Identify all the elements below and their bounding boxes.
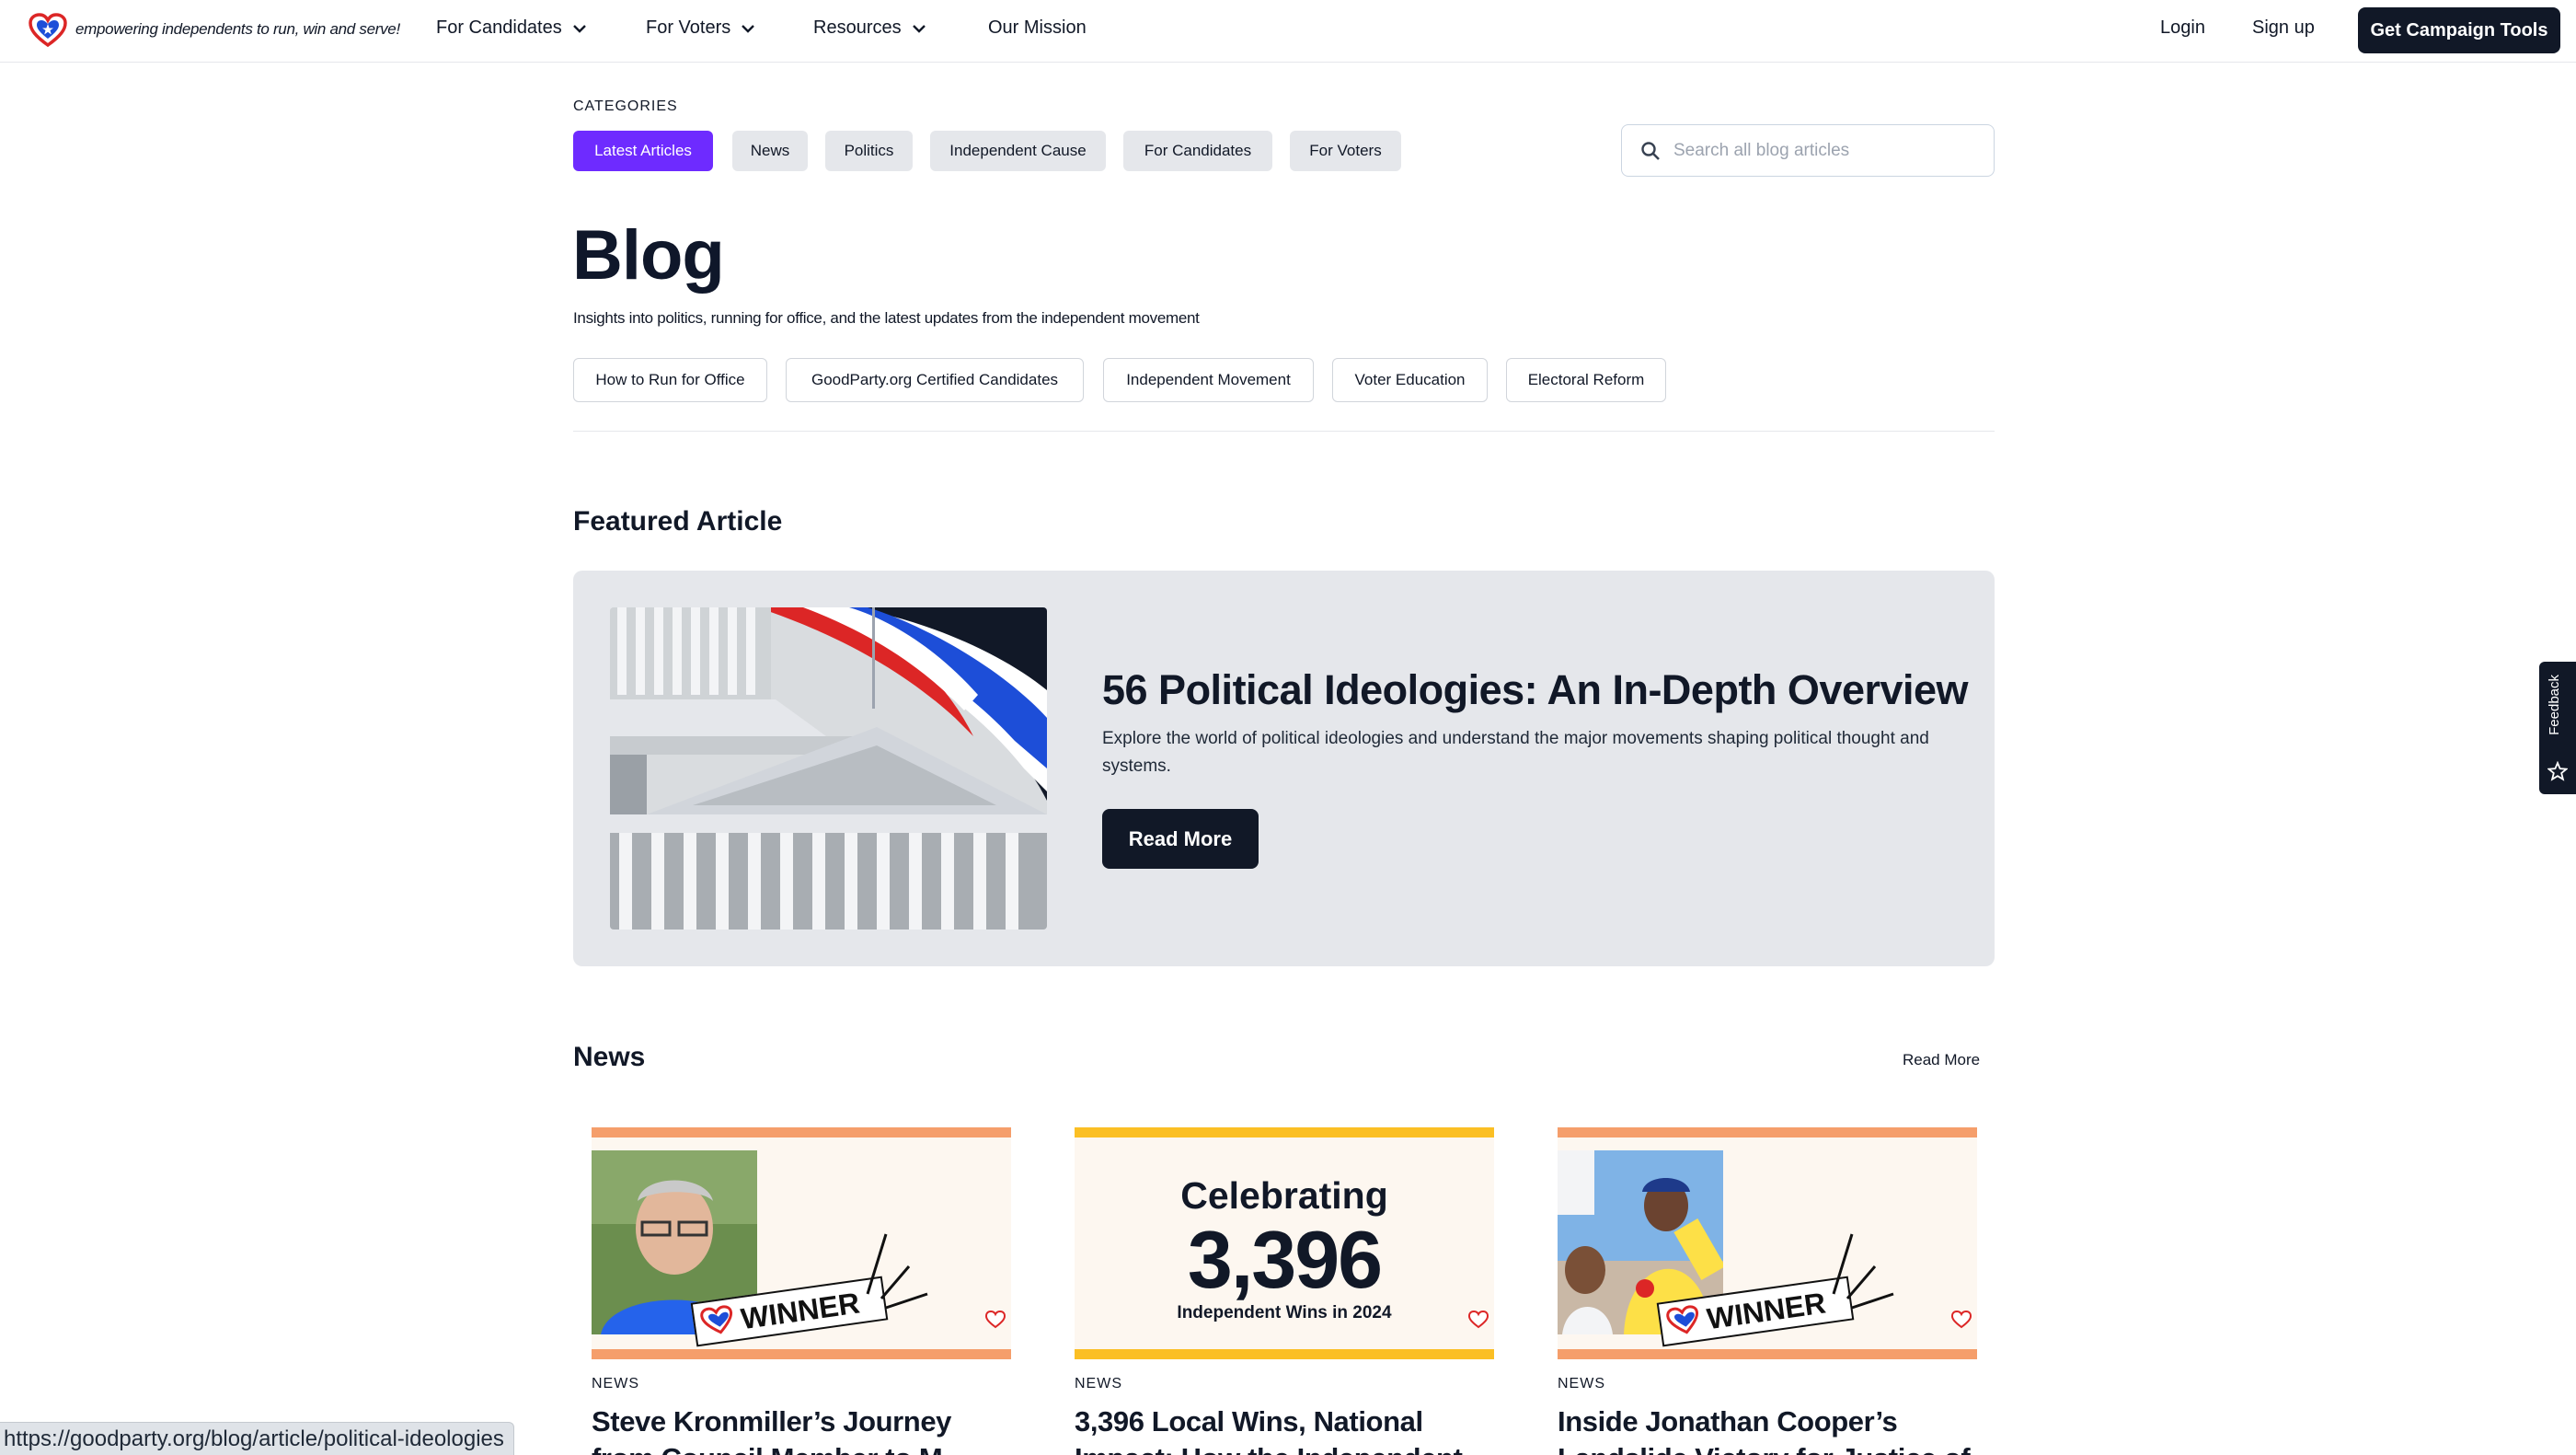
section-divider (573, 431, 1995, 432)
graphic-line-2: 3,396 (1187, 1214, 1383, 1305)
graphic-line-3: Independent Wins in 2024 (1177, 1303, 1392, 1322)
chevron-down-icon (572, 24, 586, 33)
nav-resources[interactable]: Resources (813, 17, 927, 39)
nav-our-mission-label: Our Mission (988, 17, 1087, 38)
nav-our-mission[interactable]: Our Mission (988, 17, 1087, 39)
categories-label: CATEGORIES (573, 98, 678, 114)
signup-link[interactable]: Sign up (2252, 17, 2315, 39)
news-heading: News (573, 1042, 646, 1072)
news-card-image[interactable]: Celebrating 3,396 Independent Wins in 20… (1075, 1127, 1494, 1359)
news-card-category: NEWS (592, 1376, 639, 1391)
nav-for-candidates[interactable]: For Candidates (436, 17, 588, 39)
tag-how-to-run[interactable]: How to Run for Office (573, 358, 767, 402)
featured-title[interactable]: 56 Political Ideologies: An In-Depth Ove… (1102, 666, 1969, 714)
feedback-tab[interactable]: Feedback (2539, 662, 2576, 794)
capitol-building-image[interactable] (610, 607, 1047, 930)
heart-icon (1951, 1311, 1972, 1329)
news-card[interactable]: Celebrating 3,396 Independent Wins in 20… (1075, 1127, 1494, 1455)
tag-electoral-reform[interactable]: Electoral Reform (1506, 358, 1666, 402)
news-read-more-link[interactable]: Read More (1903, 1051, 1980, 1069)
nav-for-voters[interactable]: For Voters (646, 17, 756, 39)
get-campaign-tools-button[interactable]: Get Campaign Tools (2358, 7, 2560, 53)
blog-search (1621, 124, 1995, 177)
category-latest-articles[interactable]: Latest Articles (573, 131, 713, 171)
news-card[interactable]: WINNER NEWS Inside Jonathan Cooper’s Lan… (1558, 1127, 1977, 1455)
featured-heading: Featured Article (573, 506, 783, 537)
heart-logo-icon[interactable] (28, 13, 68, 48)
nav-for-candidates-label: For Candidates (436, 17, 562, 38)
featured-article-card[interactable]: 56 Political Ideologies: An In-Depth Ove… (573, 571, 1995, 966)
page-title: Blog (572, 216, 725, 294)
news-card-image[interactable]: WINNER (592, 1127, 1011, 1359)
featured-read-more-button[interactable]: Read More (1102, 809, 1259, 869)
feedback-label: Feedback (2547, 675, 2562, 735)
top-navbar: empowering independents to run, win and … (0, 0, 2576, 63)
nav-resources-label: Resources (813, 17, 902, 38)
graphic-line-1: Celebrating (1180, 1174, 1388, 1217)
heart-icon (985, 1311, 1006, 1329)
category-for-voters[interactable]: For Voters (1290, 131, 1401, 171)
page-subtitle: Insights into politics, running for offi… (573, 309, 1200, 327)
news-card-title[interactable]: Inside Jonathan Cooper’s Landslide Victo… (1558, 1403, 1977, 1455)
news-card-title[interactable]: Steve Kronmiller’s Journey from Council … (592, 1403, 1011, 1455)
chevron-down-icon (742, 24, 755, 33)
star-icon (2547, 761, 2568, 781)
news-card[interactable]: WINNER NEWS Steve Kronmiller’s Journey f… (592, 1127, 1011, 1455)
status-bar-url: https://goodparty.org/blog/article/polit… (0, 1422, 514, 1455)
news-card-category: NEWS (1558, 1376, 1605, 1391)
category-independent-cause[interactable]: Independent Cause (930, 131, 1106, 171)
news-card-category: NEWS (1075, 1376, 1122, 1391)
category-politics[interactable]: Politics (825, 131, 913, 171)
news-card-image[interactable]: WINNER (1558, 1127, 1977, 1359)
news-card-title[interactable]: 3,396 Local Wins, National Impact: How t… (1075, 1403, 1494, 1455)
category-for-candidates[interactable]: For Candidates (1123, 131, 1272, 171)
sparks-icon (1832, 1233, 1894, 1310)
heart-icon (1468, 1311, 1489, 1329)
celebrating-graphic: Celebrating 3,396 Independent Wins in 20… (1075, 1137, 1494, 1349)
category-news[interactable]: News (732, 131, 808, 171)
sparks-icon (866, 1233, 928, 1310)
tag-independent-movement[interactable]: Independent Movement (1103, 358, 1314, 402)
login-link[interactable]: Login (2160, 17, 2205, 39)
featured-description: Explore the world of political ideologie… (1102, 729, 1929, 776)
tag-voter-education[interactable]: Voter Education (1332, 358, 1488, 402)
search-input[interactable] (1673, 136, 1977, 166)
search-icon (1641, 142, 1660, 160)
brand-tagline: empowering independents to run, win and … (75, 20, 400, 38)
nav-for-voters-label: For Voters (646, 17, 731, 38)
tag-certified-candidates[interactable]: GoodParty.org Certified Candidates (786, 358, 1084, 402)
chevron-down-icon (912, 24, 926, 33)
